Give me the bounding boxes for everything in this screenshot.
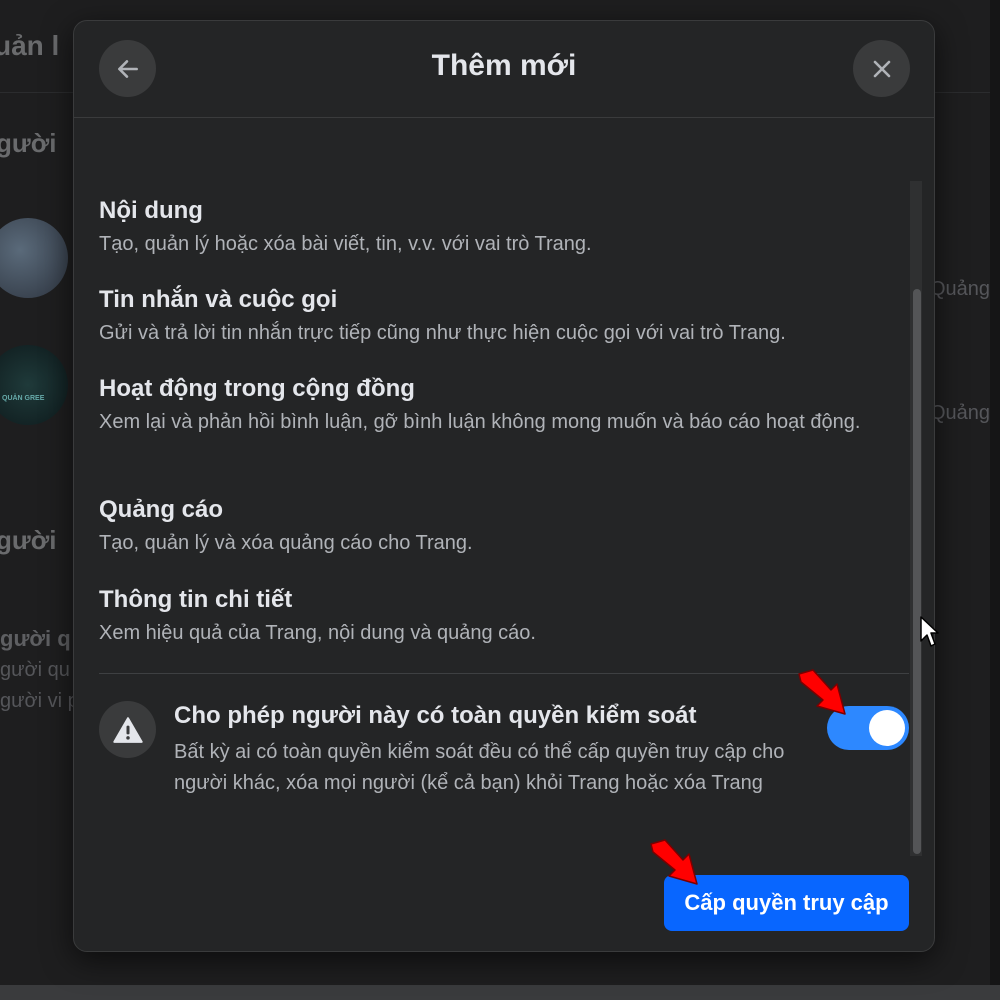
permission-description: Gửi và trả lời tin nhắn trực tiếp cũng n… bbox=[99, 322, 786, 344]
permission-title: Thông tin chi tiết bbox=[99, 586, 293, 613]
background-side-text: Quảng bbox=[930, 278, 991, 300]
dialog-header: Thêm mới bbox=[74, 21, 934, 118]
permission-title: Tin nhắn và cuộc gọi bbox=[99, 286, 338, 313]
avatar-label: QUẢN GREE bbox=[2, 395, 45, 402]
warning-icon bbox=[112, 716, 143, 743]
close-button[interactable] bbox=[853, 40, 910, 97]
background-avatar[interactable] bbox=[0, 218, 68, 298]
permission-title: Quảng cáo bbox=[99, 496, 224, 523]
full-control-title: Cho phép người này có toàn quyền kiểm so… bbox=[174, 702, 697, 729]
permission-item-messages-calls: Tin nhắn và cuộc gọi Gửi và trả lời tin … bbox=[99, 285, 909, 349]
annotation-arrow-icon bbox=[650, 839, 698, 885]
bottom-bar bbox=[0, 985, 1000, 1000]
permission-description: Xem lại và phản hồi bình luận, gỡ bình l… bbox=[99, 411, 861, 433]
toggle-knob bbox=[869, 710, 905, 746]
background-section-heading: gười bbox=[0, 525, 57, 555]
annotation-arrow-icon bbox=[798, 669, 846, 715]
permission-title: Hoạt động trong cộng đồng bbox=[99, 375, 415, 402]
permission-item-community-activity: Hoạt động trong cộng đồng Xem lại và phả… bbox=[99, 374, 909, 438]
background-row-text: gười vi p bbox=[0, 690, 79, 712]
background-row-text: gười qu bbox=[0, 659, 70, 681]
dialog-title: Thêm mới bbox=[431, 49, 577, 82]
permission-description: Xem hiệu quả của Trang, nội dung và quản… bbox=[99, 622, 536, 644]
permission-item-content: Nội dung Tạo, quản lý hoặc xóa bài viết,… bbox=[99, 196, 909, 260]
background-title: uản l bbox=[0, 30, 60, 61]
permission-description: Tạo, quản lý và xóa quảng cáo cho Trang. bbox=[99, 532, 473, 554]
window-edge bbox=[990, 0, 1000, 985]
mouse-cursor-icon bbox=[920, 616, 939, 647]
section-divider bbox=[99, 673, 909, 674]
full-control-description: Bất kỳ ai có toàn quyền kiểm soát đều có… bbox=[174, 741, 785, 794]
permission-title: Nội dung bbox=[99, 197, 203, 224]
permission-item-insights: Thông tin chi tiết Xem hiệu quả của Tran… bbox=[99, 585, 909, 649]
background-section-heading: gười bbox=[0, 128, 57, 158]
add-new-dialog: Thêm mới Nội dung Tạo, quản lý hoặc xóa … bbox=[73, 20, 935, 952]
permission-item-ads: Quảng cáo Tạo, quản lý và xóa quảng cáo … bbox=[99, 495, 909, 559]
close-icon bbox=[873, 60, 890, 77]
background-side-text: Quảng bbox=[930, 402, 991, 424]
scrollbar-thumb[interactable] bbox=[913, 289, 921, 854]
permission-description: Tạo, quản lý hoặc xóa bài viết, tin, v.v… bbox=[99, 233, 592, 255]
warning-badge bbox=[99, 701, 156, 758]
background-row-title: gười q bbox=[0, 626, 71, 651]
background-avatar[interactable]: QUẢN GREE bbox=[0, 345, 68, 425]
